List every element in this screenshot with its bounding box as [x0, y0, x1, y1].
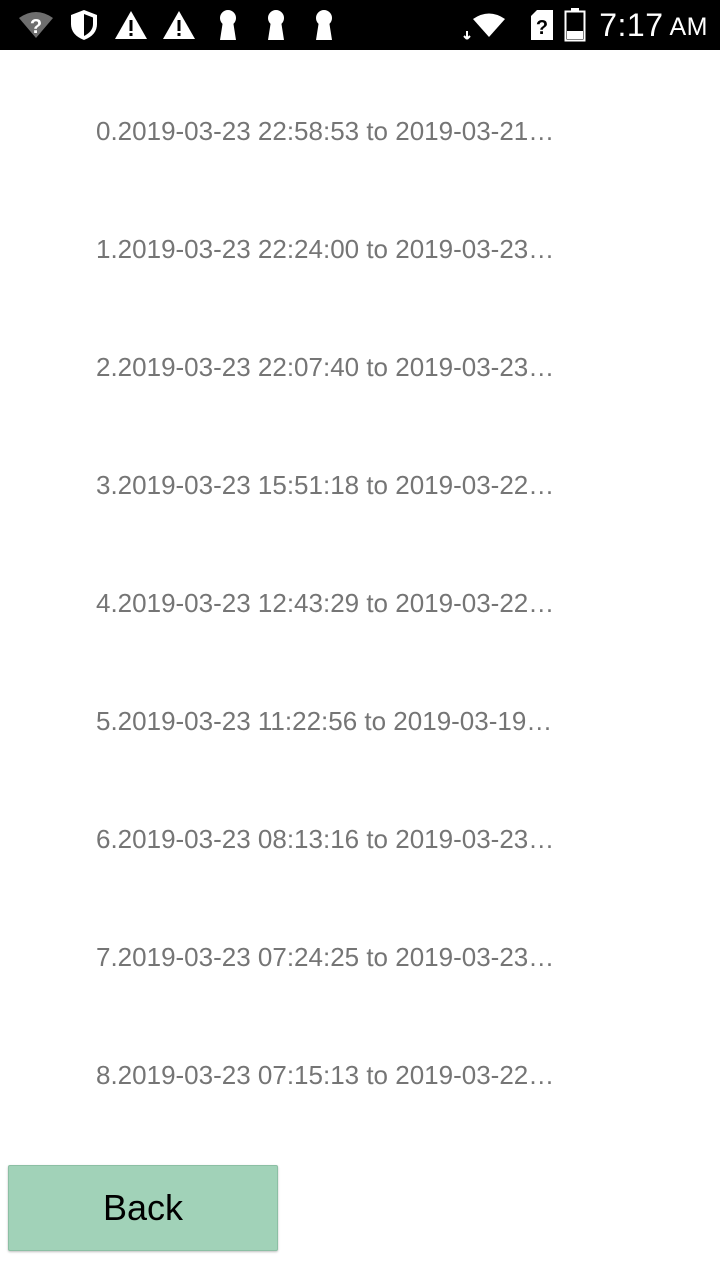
list-item[interactable]: 0.2019-03-23 22:58:53 to 2019-03-21…	[0, 50, 720, 168]
list-item-label: 4.2019-03-23 12:43:29 to 2019-03-22…	[96, 588, 555, 618]
list-item[interactable]: 4.2019-03-23 12:43:29 to 2019-03-22…	[0, 522, 720, 640]
keyhole-icon	[310, 8, 338, 42]
list-item-label: 0.2019-03-23 22:58:53 to 2019-03-21…	[96, 116, 555, 146]
shield-icon	[68, 8, 100, 42]
back-button[interactable]: Back	[8, 1165, 278, 1251]
list-item[interactable]: 2.2019-03-23 22:07:40 to 2019-03-23…	[0, 286, 720, 404]
list-item[interactable]: 3.2019-03-23 15:51:18 to 2019-03-22…	[0, 404, 720, 522]
list-item[interactable]: 6.2019-03-23 08:13:16 to 2019-03-23…	[0, 758, 720, 876]
clock-time: 7:17	[599, 6, 664, 43]
wifi-icon	[462, 8, 510, 42]
battery-icon	[562, 8, 588, 42]
warning-icon	[114, 8, 148, 42]
list-item-label: 3.2019-03-23 15:51:18 to 2019-03-22…	[96, 470, 555, 500]
clock-ampm: AM	[669, 12, 708, 41]
status-bar: ? ? 7:17 AM	[0, 0, 720, 50]
list-item[interactable]: 8.2019-03-23 07:15:13 to 2019-03-22…	[0, 994, 720, 1112]
warning-icon	[162, 8, 196, 42]
wifi-unknown-icon: ?	[16, 8, 56, 42]
list-item[interactable]: 7.2019-03-23 07:24:25 to 2019-03-23…	[0, 876, 720, 994]
list-item[interactable]: 1.2019-03-23 22:24:00 to 2019-03-23…	[0, 168, 720, 286]
list-item-label: 2.2019-03-23 22:07:40 to 2019-03-23…	[96, 352, 555, 382]
session-list: 0.2019-03-23 22:58:53 to 2019-03-21… 1.2…	[0, 50, 720, 1112]
svg-text:?: ?	[30, 16, 42, 38]
list-item-label: 1.2019-03-23 22:24:00 to 2019-03-23…	[96, 234, 555, 264]
list-item-label: 5.2019-03-23 11:22:56 to 2019-03-19…	[96, 706, 553, 736]
keyhole-icon	[262, 8, 290, 42]
status-clock: 7:17 AM	[599, 0, 708, 50]
svg-text:?: ?	[536, 17, 548, 39]
list-item[interactable]: 5.2019-03-23 11:22:56 to 2019-03-19…	[0, 640, 720, 758]
list-item-label: 7.2019-03-23 07:24:25 to 2019-03-23…	[96, 942, 555, 972]
list-item-label: 6.2019-03-23 08:13:16 to 2019-03-23…	[96, 824, 555, 854]
sim-unknown-icon: ?	[528, 8, 556, 42]
list-item-label: 8.2019-03-23 07:15:13 to 2019-03-22…	[96, 1060, 555, 1090]
keyhole-icon	[214, 8, 242, 42]
